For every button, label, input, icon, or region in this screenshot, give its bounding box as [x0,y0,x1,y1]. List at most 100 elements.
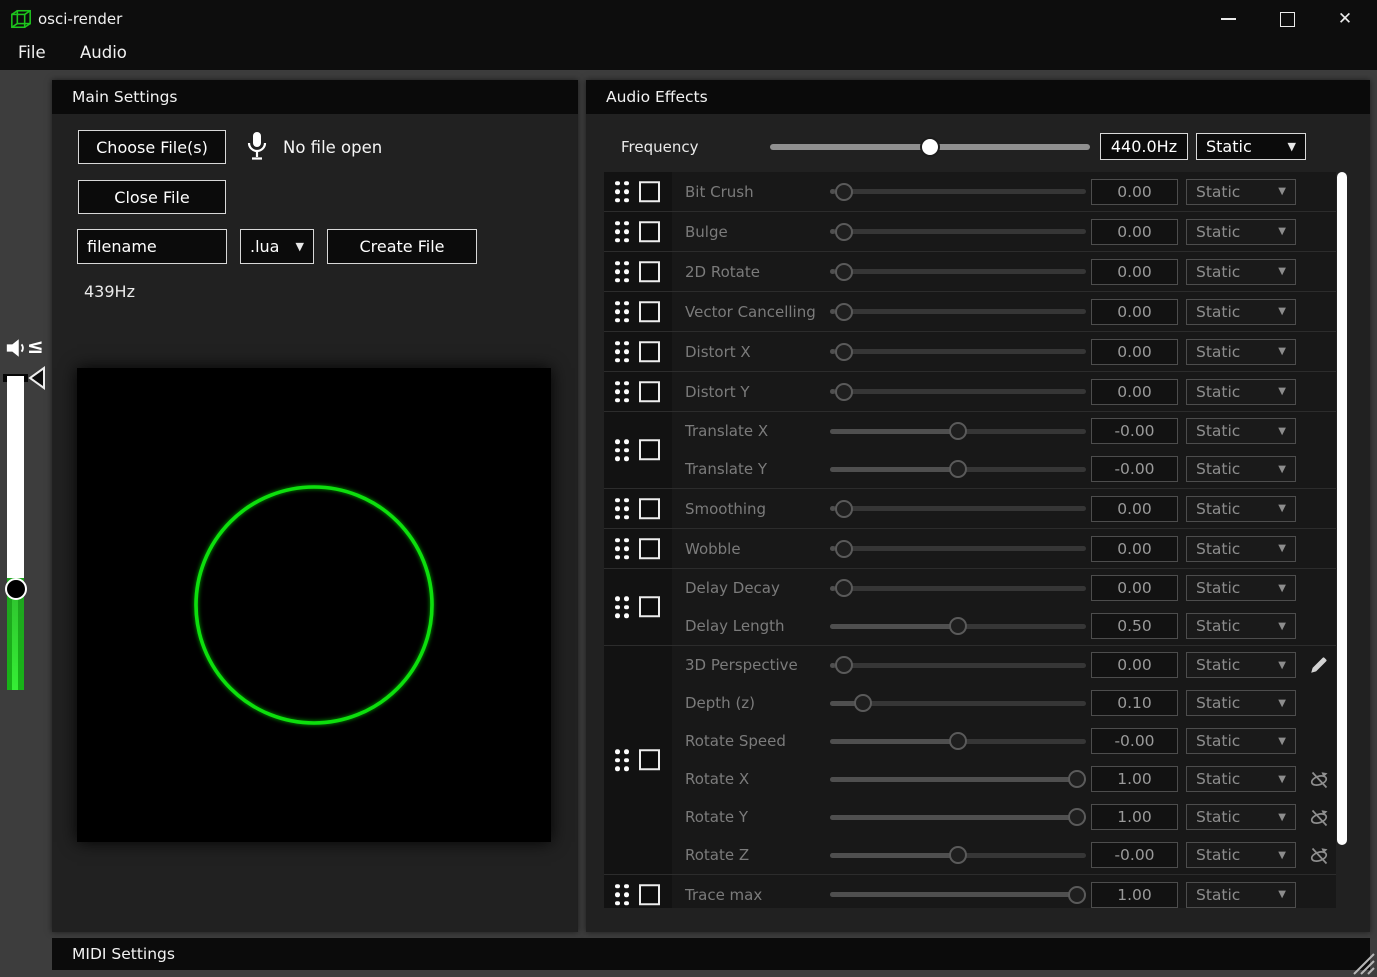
effects-scrollbar[interactable] [1337,172,1347,845]
effect-slider[interactable] [830,182,1086,202]
minimize-button[interactable] [1205,0,1251,38]
effect-value-input[interactable]: 0.00 [1091,259,1178,285]
close-button[interactable]: ✕ [1322,0,1368,38]
effect-mode-select[interactable]: Static▼ [1186,613,1296,639]
main-settings-header[interactable]: Main Settings [52,80,578,114]
effect-slider-track[interactable] [830,269,1086,274]
effect-slider-thumb[interactable] [835,540,853,558]
file-extension-select[interactable]: .lua ▼ [240,229,314,264]
effect-value-input[interactable]: 1.00 [1091,882,1178,908]
effect-mode-select[interactable]: Static▼ [1186,804,1296,830]
effect-slider-track[interactable] [830,586,1086,591]
effect-value-input[interactable]: 1.00 [1091,804,1178,830]
pencil-icon[interactable] [1308,654,1330,676]
effect-mode-select[interactable]: Static▼ [1186,652,1296,678]
effect-slider-thumb[interactable] [835,383,853,401]
effect-slider-thumb[interactable] [835,303,853,321]
effect-value-input[interactable]: 0.00 [1091,299,1178,325]
effect-mode-select[interactable]: Static▼ [1186,259,1296,285]
effect-slider-thumb[interactable] [949,846,967,864]
effect-mode-select[interactable]: Static▼ [1186,299,1296,325]
effect-slider[interactable] [830,222,1086,242]
drag-handle-icon[interactable] [615,498,629,520]
spin-axis-icon[interactable] [1308,806,1330,828]
effect-slider-thumb[interactable] [949,460,967,478]
effect-slider[interactable] [830,845,1086,865]
drag-handle-icon[interactable] [615,749,629,771]
close-file-button[interactable]: Close File [78,180,226,214]
effect-enable-checkbox[interactable] [639,181,660,202]
effect-slider[interactable] [830,421,1086,441]
effect-slider-thumb[interactable] [1068,808,1086,826]
effect-mode-select[interactable]: Static▼ [1186,339,1296,365]
maximize-button[interactable] [1264,0,1310,38]
effect-slider[interactable] [830,693,1086,713]
drag-handle-icon[interactable] [615,341,629,363]
effect-enable-checkbox[interactable] [639,597,660,618]
effect-slider[interactable] [830,807,1086,827]
effect-slider-thumb[interactable] [835,223,853,241]
effect-value-input[interactable]: 0.00 [1091,379,1178,405]
choose-files-button[interactable]: Choose File(s) [78,130,226,164]
effect-slider-track[interactable] [830,506,1086,511]
drag-handle-icon[interactable] [615,884,629,906]
effect-slider-track[interactable] [830,309,1086,314]
effect-enable-checkbox[interactable] [639,750,660,771]
effect-value-input[interactable]: 0.00 [1091,536,1178,562]
effect-value-input[interactable]: 0.00 [1091,219,1178,245]
effect-enable-checkbox[interactable] [639,381,660,402]
effect-slider[interactable] [830,769,1086,789]
frequency-slider[interactable] [770,133,1090,161]
effect-value-input[interactable]: -0.00 [1091,418,1178,444]
effect-mode-select[interactable]: Static▼ [1186,842,1296,868]
effect-slider-thumb[interactable] [854,694,872,712]
effect-slider[interactable] [830,731,1086,751]
drag-handle-icon[interactable] [615,261,629,283]
effect-value-input[interactable]: 0.00 [1091,339,1178,365]
effect-slider[interactable] [830,382,1086,402]
effect-slider-thumb[interactable] [949,732,967,750]
effect-value-input[interactable]: 1.00 [1091,766,1178,792]
effect-mode-select[interactable]: Static▼ [1186,575,1296,601]
effect-enable-checkbox[interactable] [639,341,660,362]
drag-handle-icon[interactable] [615,596,629,618]
effect-slider-thumb[interactable] [835,500,853,518]
effect-value-input[interactable]: 0.00 [1091,652,1178,678]
effect-slider[interactable] [830,578,1086,598]
create-file-button[interactable]: Create File [327,229,477,264]
effect-slider[interactable] [830,616,1086,636]
effect-slider-thumb[interactable] [835,579,853,597]
effect-slider[interactable] [830,459,1086,479]
volume-slider-thumb[interactable] [5,578,27,600]
effect-enable-checkbox[interactable] [639,440,660,461]
effect-slider[interactable] [830,539,1086,559]
effect-slider-thumb[interactable] [835,263,853,281]
effect-slider[interactable] [830,499,1086,519]
effect-mode-select[interactable]: Static▼ [1186,882,1296,908]
effect-slider-thumb[interactable] [949,422,967,440]
effect-slider-thumb[interactable] [835,343,853,361]
effect-value-input[interactable]: 0.00 [1091,575,1178,601]
spin-axis-icon[interactable] [1308,844,1330,866]
drag-handle-icon[interactable] [615,301,629,323]
effect-value-input[interactable]: -0.00 [1091,728,1178,754]
threshold-marker-icon[interactable] [27,365,47,391]
effect-slider-track[interactable] [830,663,1086,668]
effect-enable-checkbox[interactable] [639,538,660,559]
effect-slider-track[interactable] [830,389,1086,394]
effect-mode-select[interactable]: Static▼ [1186,496,1296,522]
effect-mode-select[interactable]: Static▼ [1186,728,1296,754]
spin-axis-icon[interactable] [1308,768,1330,790]
volume-slider[interactable] [7,376,24,690]
effect-slider-track[interactable] [830,349,1086,354]
effect-slider[interactable] [830,262,1086,282]
effect-mode-select[interactable]: Static▼ [1186,690,1296,716]
effect-enable-checkbox[interactable] [639,261,660,282]
effect-enable-checkbox[interactable] [639,301,660,322]
effect-value-input[interactable]: 0.50 [1091,613,1178,639]
drag-handle-icon[interactable] [615,381,629,403]
effect-value-input[interactable]: -0.00 [1091,842,1178,868]
effect-slider[interactable] [830,885,1086,905]
effect-slider-track[interactable] [830,546,1086,551]
effect-enable-checkbox[interactable] [639,221,660,242]
